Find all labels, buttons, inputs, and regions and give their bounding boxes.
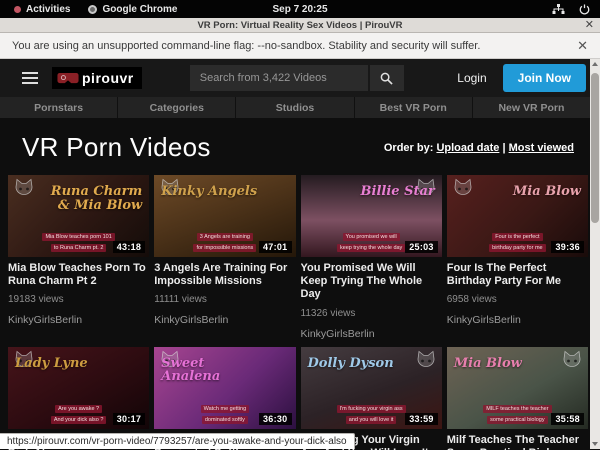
search-input[interactable] [190,65,368,91]
activities-button[interactable]: Activities [14,4,70,15]
order-by-upload-date-link[interactable]: Upload date [436,142,499,154]
scrollbar-down-arrow-icon[interactable] [590,439,600,449]
video-duration-badge: 35:58 [551,413,584,425]
video-studio-link[interactable]: KinkyGirlsBerlin [154,314,295,326]
video-card: Mia Blow MILF teaches the teachersome pr… [447,347,588,450]
video-studio-link[interactable]: KinkyGirlsBerlin [8,314,149,326]
video-duration-badge: 43:18 [113,241,146,253]
join-now-button[interactable]: Join Now [503,64,586,92]
nav-item-categories[interactable]: Categories [118,97,235,118]
order-by-most-viewed-link[interactable]: Most viewed [509,142,574,154]
video-duration-badge: 36:30 [259,413,292,425]
video-grid: Runa Charm & Mia Blow Mia Blow teaches p… [0,175,600,450]
video-thumbnail[interactable]: Mia Blow Four is the perfectbirthday par… [447,175,588,257]
network-icon[interactable] [552,4,565,15]
window-titlebar[interactable]: VR Porn: Virtual Reality Sex Videos | Pi… [0,18,600,33]
video-thumbnail[interactable]: Billie Star You promised we willkeep try… [301,175,442,257]
video-card: Runa Charm & Mia Blow Mia Blow teaches p… [8,175,149,347]
video-thumbnail[interactable]: Runa Charm & Mia Blow Mia Blow teaches p… [8,175,149,257]
video-title-link[interactable]: Four Is The Perfect Birthday Party For M… [447,262,588,288]
video-title-link[interactable]: 3 Angels Are Training For Impossible Mis… [154,262,295,288]
video-thumbnail[interactable]: Lady Lyne Are you awake ?And your dick a… [8,347,149,429]
video-thumbnail[interactable]: Dolly Dyson I'm fucking your virgin assa… [301,347,442,429]
window-title: VR Porn: Virtual Reality Sex Videos | Pi… [197,20,402,31]
thumbnail-performer-name: Kinky Angels [161,185,257,199]
thumbnail-performer-name: Mia Blow [454,357,522,371]
video-duration-badge: 47:01 [259,241,292,253]
page-content: pirouvr Login Join Now Pornstars Categor… [0,59,600,449]
studio-cat-mask-icon [414,350,438,371]
status-bar-url: https://pirouvr.com/vr-porn-video/779325… [0,433,355,449]
video-duration-badge: 33:59 [405,413,438,425]
video-views: 11111 views [154,294,295,305]
system-clock[interactable]: Sep 7 20:25 [272,4,327,15]
video-card: Billie Star You promised we willkeep try… [301,175,442,347]
video-card: Mia Blow Four is the perfectbirthday par… [447,175,588,347]
order-by-separator: | [502,142,505,154]
thumbnail-performer-name: Lady Lyne [15,357,88,371]
scrollbar[interactable] [590,59,600,449]
video-studio-link[interactable]: KinkyGirlsBerlin [301,328,442,340]
search-bar [190,65,404,91]
activities-icon [14,6,21,13]
video-studio-link[interactable]: KinkyGirlsBerlin [447,314,588,326]
scrollbar-thumb[interactable] [591,73,599,223]
video-duration-badge: 30:17 [113,413,146,425]
warning-message: You are using an unsupported command-lin… [12,40,480,52]
studio-cat-mask-icon [451,178,475,199]
nav-item-new-vr-porn[interactable]: New VR Porn [473,97,590,118]
video-views: 6958 views [447,294,588,305]
video-views: 19183 views [8,294,149,305]
system-top-bar: Activities Google Chrome Sep 7 20:25 [0,0,600,18]
window-close-icon[interactable]: ✕ [585,18,594,32]
chrome-icon [88,5,97,14]
main-nav: Pornstars Categories Studios Best VR Por… [0,97,600,118]
thumbnail-performer-name: Sweet Analena [161,357,263,384]
page-heading-row: VR Porn Videos Order by: Upload date | M… [0,118,600,175]
scrollbar-up-arrow-icon[interactable] [590,59,600,69]
login-link[interactable]: Login [457,71,486,85]
studio-cat-mask-icon [12,178,36,199]
video-title-link[interactable]: Milf Teaches The Teacher Some Practical … [447,434,588,450]
thumbnail-performer-name: Dolly Dyson [308,357,394,371]
page-title: VR Porn Videos [22,132,211,163]
activities-label: Activities [26,4,70,15]
order-by-label: Order by: [384,142,434,154]
video-thumbnail[interactable]: Sweet Analena Watch me gettingdominated … [154,347,295,429]
video-views: 11326 views [301,308,442,319]
video-thumbnail[interactable]: Mia Blow MILF teaches the teachersome pr… [447,347,588,429]
vr-goggles-icon [57,72,79,85]
order-by: Order by: Upload date | Most viewed [384,142,574,154]
video-title-link[interactable]: You Promised We Will Keep Trying The Who… [301,262,442,302]
warning-close-icon[interactable]: ✕ [577,38,588,54]
video-thumbnail[interactable]: Kinky Angels 3 Angels are trainingfor im… [154,175,295,257]
nav-item-pornstars[interactable]: Pornstars [0,97,117,118]
nav-item-best-vr-porn[interactable]: Best VR Porn [355,97,472,118]
thumbnail-performer-name: Mia Blow [513,185,581,199]
studio-cat-mask-icon [560,350,584,371]
chrome-app-label: Google Chrome [102,4,177,15]
logo-text: pirouvr [82,70,134,86]
video-card: Kinky Angels 3 Angels are trainingfor im… [154,175,295,347]
thumbnail-performer-name: Billie Star [361,185,435,199]
search-button[interactable] [370,65,404,91]
video-duration-badge: 39:36 [551,241,584,253]
chrome-warning-bar: You are using an unsupported command-lin… [0,33,600,59]
video-title-link[interactable]: Mia Blow Teaches Porn To Runa Charm Pt 2 [8,262,149,288]
search-icon [380,72,393,85]
nav-item-studios[interactable]: Studios [236,97,353,118]
chrome-app-menu[interactable]: Google Chrome [88,4,177,15]
video-duration-badge: 25:03 [405,241,438,253]
power-icon[interactable] [579,4,590,15]
site-logo[interactable]: pirouvr [52,67,142,89]
site-header: pirouvr Login Join Now [0,59,600,97]
thumbnail-performer-name: Runa Charm & Mia Blow [41,185,143,212]
hamburger-menu-icon[interactable] [22,69,38,87]
